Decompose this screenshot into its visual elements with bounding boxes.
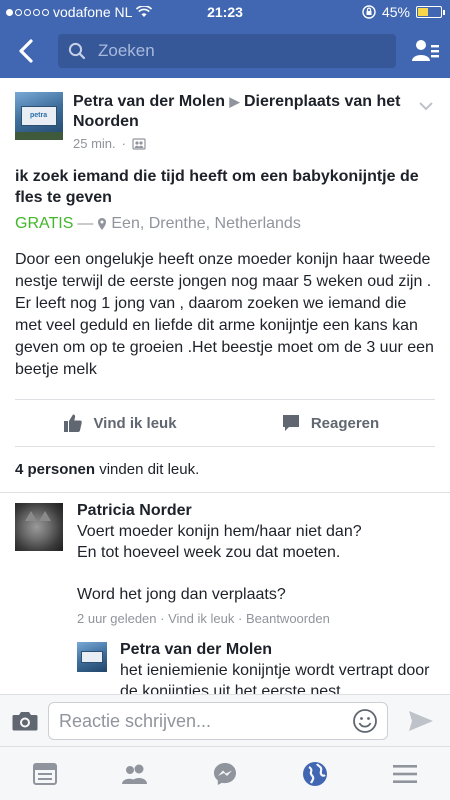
commenter-name[interactable]: Patricia Norder xyxy=(77,501,435,521)
tab-bar xyxy=(0,746,450,800)
menu-icon xyxy=(393,764,417,783)
messenger-icon xyxy=(214,762,236,785)
author-name[interactable]: Petra van der Molen xyxy=(73,93,225,110)
comment-text: Voert moeder konijn hem/haar niet dan? E… xyxy=(77,523,362,603)
reply-avatar[interactable] xyxy=(77,642,107,672)
search-bar[interactable] xyxy=(58,34,396,68)
search-icon xyxy=(68,42,86,60)
location-label[interactable]: Een, Drenthe, Netherlands xyxy=(111,215,300,233)
post-title: ik zoek iemand die tijd heeft om een bab… xyxy=(15,168,419,206)
friend-requests-icon[interactable] xyxy=(410,36,440,66)
likes-count: 4 personen xyxy=(15,461,96,478)
author-avatar[interactable]: petra xyxy=(15,92,63,140)
globe-icon xyxy=(303,761,327,786)
tab-notifications[interactable] xyxy=(295,754,335,794)
status-bar: vodafone NL 21:23 45% xyxy=(0,0,450,24)
tab-news-feed[interactable] xyxy=(25,754,65,794)
comment-reply-link[interactable]: Beantwoorden xyxy=(246,611,330,626)
comment-time: 2 uur geleden xyxy=(77,611,157,626)
battery-icon xyxy=(416,6,445,18)
tab-friends[interactable] xyxy=(115,754,155,794)
post-header: petra Petra van der Molen ▶ Dierenplaats… xyxy=(0,78,450,152)
comment-like-link[interactable]: Vind ik leuk xyxy=(168,611,234,626)
friends-icon xyxy=(122,764,147,784)
back-arrow-icon[interactable] xyxy=(12,36,42,66)
post-card: petra Petra van der Molen ▶ Dierenplaats… xyxy=(0,78,450,492)
camera-icon[interactable] xyxy=(11,709,39,733)
search-input[interactable] xyxy=(98,41,378,61)
price-label: GRATIS xyxy=(15,215,74,232)
post-body: Door een ongelukje heeft onze moeder kon… xyxy=(15,251,434,378)
send-icon[interactable] xyxy=(408,709,434,733)
post-meta: 25 min. · xyxy=(73,136,146,151)
commenter-avatar[interactable] xyxy=(15,503,63,551)
post-action-bar: Vind ik leuk Reageren xyxy=(15,399,435,447)
battery-percent: 45% xyxy=(381,4,410,20)
tab-menu[interactable] xyxy=(385,754,425,794)
reply-text: het ieniemienie konijntje wordt vertrapt… xyxy=(120,662,430,694)
thumbs-up-icon xyxy=(64,414,83,432)
likes-summary[interactable]: 4 personen vinden dit leuk. xyxy=(0,447,450,492)
location-pin-icon xyxy=(98,218,107,230)
rotation-lock-icon xyxy=(362,5,376,19)
comments-section: Patricia Norder Voert moeder konijn hem/… xyxy=(0,492,450,694)
post-author-line: Petra van der Molen ▶ Dierenplaats van h… xyxy=(73,92,408,132)
comment-reply: Petra van der Molen het ieniemienie koni… xyxy=(0,640,450,694)
news-feed-icon xyxy=(33,762,57,785)
comment-button[interactable]: Reageren xyxy=(225,400,435,446)
nav-bar xyxy=(0,24,450,78)
chevron-down-icon[interactable] xyxy=(418,98,434,114)
speech-bubble-icon xyxy=(282,415,299,431)
tab-messenger[interactable] xyxy=(205,754,245,794)
post-scroll-area[interactable]: petra Petra van der Molen ▶ Dierenplaats… xyxy=(0,78,450,694)
comment-label: Reageren xyxy=(310,414,380,432)
likes-suffix: vinden dit leuk. xyxy=(99,461,200,478)
post-price-location: GRATIS — Een, Drenthe, Netherlands xyxy=(15,215,301,233)
like-label: Vind ik leuk xyxy=(93,414,177,432)
comment-input[interactable] xyxy=(48,702,388,740)
post-time[interactable]: 25 min. xyxy=(73,136,116,151)
group-audience-icon xyxy=(132,137,146,150)
like-button[interactable]: Vind ik leuk xyxy=(15,400,225,446)
comment: Patricia Norder Voert moeder konijn hem/… xyxy=(0,501,450,626)
share-arrow-icon: ▶ xyxy=(229,94,240,109)
comment-meta: 2 uur geleden · Vind ik leuk · Beantwoor… xyxy=(77,611,330,626)
emoji-icon[interactable] xyxy=(352,708,378,734)
comment-composer xyxy=(0,694,450,746)
reply-author-name[interactable]: Petra van der Molen xyxy=(120,640,435,660)
